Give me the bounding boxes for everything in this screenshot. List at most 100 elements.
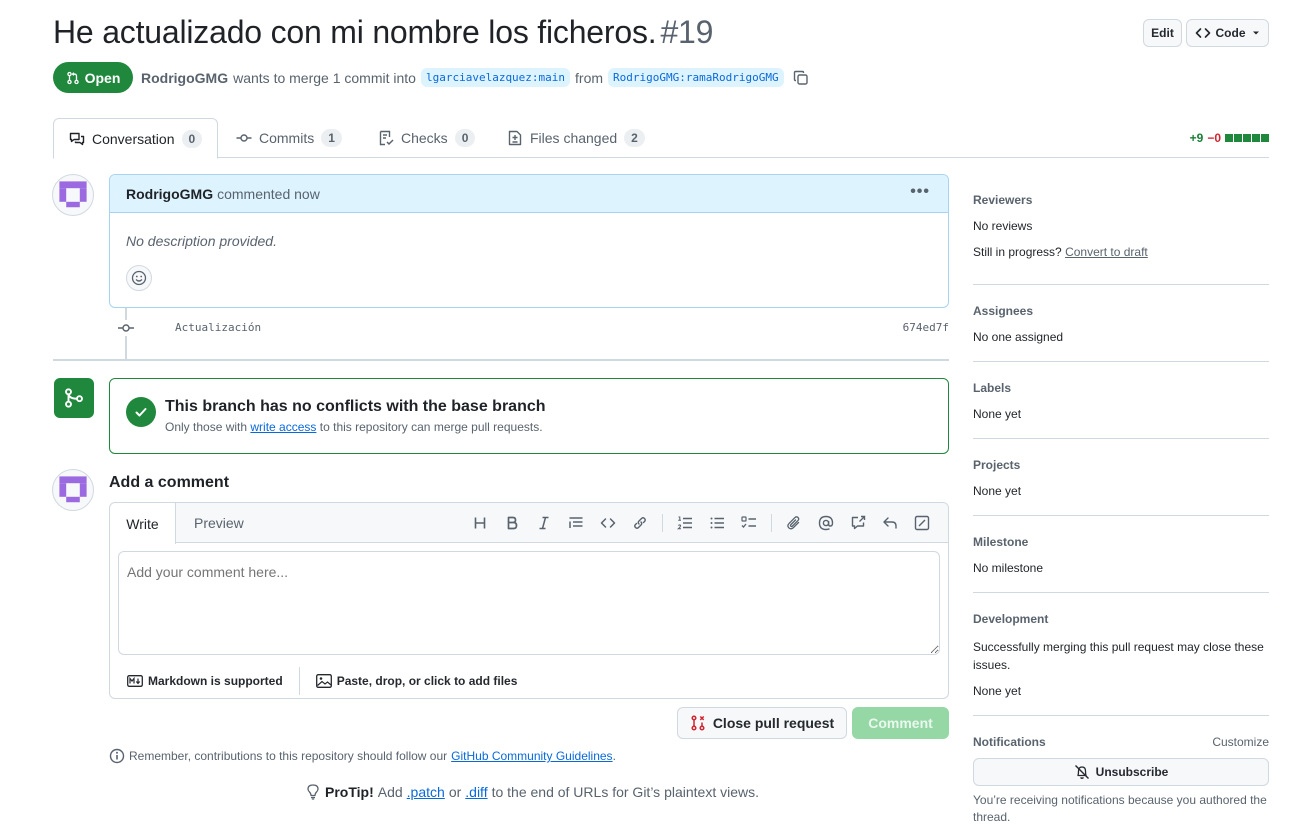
development-heading[interactable]: Development	[973, 612, 1269, 626]
close-pull-request-label: Close pull request	[712, 715, 835, 731]
diffstat-deletions: −0	[1207, 131, 1221, 145]
link-icon[interactable]	[624, 514, 656, 532]
from-text: from	[575, 69, 604, 86]
git-merge-icon	[54, 378, 94, 418]
tab-commits[interactable]: Commits 1	[236, 118, 342, 158]
pr-number: #19	[660, 14, 714, 50]
tab-files-changed-label: Files changed	[530, 130, 618, 146]
ordered-list-icon[interactable]	[669, 514, 701, 532]
git-pull-request-closed-icon	[690, 715, 706, 731]
customize-link[interactable]: Customize	[1212, 735, 1269, 749]
sidebar-divider	[973, 715, 1269, 716]
italic-icon[interactable]	[528, 514, 560, 532]
labels-heading[interactable]: Labels	[973, 381, 1269, 395]
comment-textarea[interactable]	[118, 551, 940, 655]
pr-state-label: Open	[84, 69, 121, 86]
paperclip-icon[interactable]	[778, 514, 810, 532]
light-bulb-icon	[305, 784, 321, 800]
code-button[interactable]: Code	[1186, 19, 1269, 47]
diff-link[interactable]: .diff	[465, 784, 487, 800]
milestone-heading[interactable]: Milestone	[973, 535, 1269, 549]
code-icon	[1195, 25, 1211, 41]
kebab-horizontal-icon[interactable]: •••	[910, 183, 930, 201]
close-pull-request-button[interactable]: Close pull request	[677, 707, 847, 739]
merge-status-box: This branch has no conflicts with the ba…	[109, 378, 949, 454]
reviewers-heading[interactable]: Reviewers	[973, 193, 1269, 207]
mention-icon[interactable]	[810, 514, 842, 532]
tab-conversation-label: Conversation	[92, 130, 175, 147]
toolbar-divider	[771, 514, 772, 532]
reviewers-value: No reviews	[973, 219, 1033, 233]
unordered-list-icon[interactable]	[701, 514, 733, 532]
merge-sub-after: to this repository can merge pull reques…	[319, 420, 543, 434]
heading-icon[interactable]	[464, 514, 496, 532]
tasklist-icon[interactable]	[733, 514, 765, 532]
tab-files-changed-count: 2	[624, 129, 645, 147]
assignees-heading[interactable]: Assignees	[973, 304, 1269, 318]
tab-files-changed[interactable]: Files changed 2	[507, 118, 645, 158]
diffstat: +9 −0	[1190, 131, 1269, 145]
draft-prompt: Still in progress? Convert to draft	[973, 245, 1269, 259]
head-branch[interactable]: RodrigoGMG:ramaRodrigoGMG	[608, 68, 784, 87]
editor-header: Write Preview	[110, 503, 948, 544]
pr-action-text: wants to merge 1 commit into	[233, 69, 416, 86]
commit-sha[interactable]: 674ed7f	[903, 321, 949, 334]
commit-message[interactable]: Actualización	[175, 321, 261, 334]
diffstat-blocks	[1225, 134, 1269, 142]
markdown-supported-link[interactable]: Markdown is supported	[127, 674, 283, 688]
tab-checks[interactable]: Checks 0	[378, 118, 476, 158]
attach-note: Paste, drop, or click to add files	[336, 674, 518, 688]
sidebar-divider	[973, 438, 1269, 439]
code-button-label: Code	[1215, 26, 1246, 40]
comment-box: RodrigoGMG commented now ••• No descript…	[109, 174, 949, 308]
projects-value: None yet	[973, 484, 1022, 498]
pr-state-badge: Open	[53, 62, 133, 93]
add-reaction-button[interactable]	[126, 265, 152, 291]
comment-body: No description provided.	[126, 233, 277, 249]
fullscreen-edit-icon[interactable]	[906, 514, 938, 532]
attach-files-button[interactable]: Paste, drop, or click to add files	[315, 674, 518, 688]
bold-icon[interactable]	[496, 514, 528, 532]
protip-or: or	[448, 784, 462, 800]
pr-tabs: Conversation 0 Commits 1 Checks 0 Files …	[53, 118, 1269, 159]
protip: ProTip! Add .patch or .diff to the end o…	[305, 784, 759, 800]
diffstat-block	[1252, 134, 1260, 142]
smiley-icon	[131, 270, 147, 286]
patch-link[interactable]: .patch	[407, 784, 445, 800]
avatar[interactable]	[52, 469, 94, 511]
labels-value: None yet	[973, 407, 1022, 421]
base-branch[interactable]: lgarciavelazquez:main	[420, 68, 571, 87]
draft-prompt-text: Still in progress?	[973, 245, 1062, 259]
copy-icon[interactable]	[793, 70, 809, 86]
cross-reference-icon[interactable]	[842, 514, 874, 532]
tab-write[interactable]: Write	[110, 503, 176, 544]
assignees-value: No one assigned	[973, 330, 1064, 344]
comment-time[interactable]: commented now	[217, 186, 320, 202]
image-icon	[315, 674, 332, 688]
info-icon	[109, 748, 125, 764]
footer-divider	[298, 667, 300, 695]
tab-conversation[interactable]: Conversation 0	[53, 118, 219, 159]
unsubscribe-button[interactable]: Unsubscribe	[973, 758, 1269, 786]
pr-author-link[interactable]: RodrigoGMG	[141, 70, 228, 86]
comment-submit-button[interactable]: Comment	[852, 707, 949, 739]
convert-to-draft-link[interactable]: Convert to draft	[1065, 245, 1148, 259]
merge-sub-before: Only those with	[165, 420, 248, 434]
community-guidelines-link[interactable]: GitHub Community Guidelines	[451, 749, 612, 763]
diffstat-block	[1243, 134, 1251, 142]
edit-button[interactable]: Edit	[1143, 19, 1182, 47]
projects-heading[interactable]: Projects	[973, 458, 1269, 472]
tab-conversation-count: 0	[181, 129, 203, 148]
tab-preview[interactable]: Preview	[194, 503, 244, 543]
write-access-link[interactable]: write access	[250, 420, 316, 434]
avatar[interactable]	[52, 174, 94, 216]
sidebar-divider	[973, 592, 1269, 593]
caret-down-icon	[1251, 28, 1261, 38]
quote-icon[interactable]	[560, 514, 592, 532]
unsubscribe-label: Unsubscribe	[1095, 765, 1169, 779]
sidebar-divider	[973, 361, 1269, 362]
reply-icon[interactable]	[874, 514, 906, 532]
code-icon[interactable]	[592, 514, 624, 532]
remember-after: .	[612, 749, 616, 763]
comment-author[interactable]: RodrigoGMG	[126, 186, 213, 202]
